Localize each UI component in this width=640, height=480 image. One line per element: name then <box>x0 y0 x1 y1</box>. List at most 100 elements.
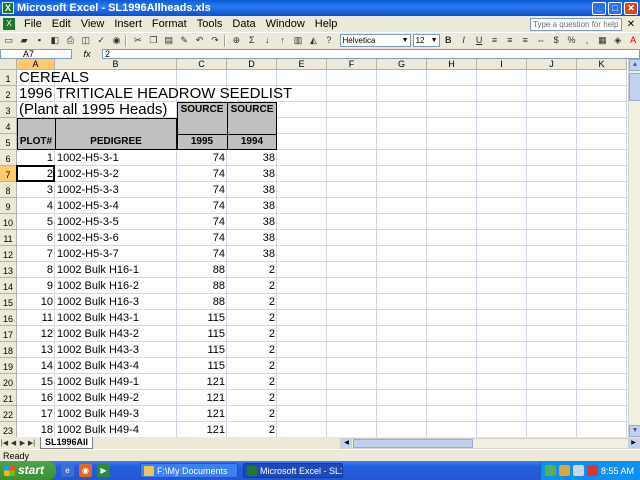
row-header[interactable]: 18 <box>0 342 17 358</box>
cell-plot[interactable]: 7 <box>17 246 55 262</box>
cell-plot[interactable]: 13 <box>17 342 55 358</box>
cell-source-1995[interactable]: 74 <box>177 150 227 166</box>
vertical-scroll-thumb[interactable] <box>629 73 640 101</box>
column-header[interactable]: E <box>277 59 327 70</box>
cell-plot[interactable]: 15 <box>17 374 55 390</box>
last-sheet-icon[interactable]: ▶| <box>27 439 36 447</box>
italic-icon[interactable]: I <box>457 34 470 47</box>
row-header[interactable]: 12 <box>0 246 17 262</box>
cell-source-1994[interactable]: 2 <box>227 374 277 390</box>
cell-source-1995[interactable]: 121 <box>177 422 227 437</box>
help-search-input[interactable]: Type a question for help <box>530 17 622 31</box>
cell-plot[interactable]: 6 <box>17 230 55 246</box>
vertical-scrollbar[interactable]: ▲ ▼ <box>628 59 640 437</box>
format-painter-icon[interactable]: ✎ <box>177 34 190 47</box>
first-sheet-icon[interactable]: |◀ <box>0 439 9 447</box>
worksheet-grid[interactable]: A B C D E F G H I J K 1 2 3 4 5 6 7 8 9 10 11 12 13 14 15 16 17 18 19… <box>0 59 628 437</box>
cell-pedigree[interactable]: 1002 Bulk H43-1 <box>57 310 139 326</box>
cell-source-1995[interactable]: 115 <box>177 310 227 326</box>
cell-source-1995[interactable]: 88 <box>177 294 227 310</box>
font-color-icon[interactable]: A <box>626 34 639 47</box>
fill-color-icon[interactable]: ◈ <box>611 34 624 47</box>
cell-source-1994[interactable]: 2 <box>227 390 277 406</box>
comma-icon[interactable]: , <box>580 34 593 47</box>
cell-pedigree[interactable]: 1002-H5-3-6 <box>57 230 119 246</box>
new-icon[interactable]: ▭ <box>2 34 15 47</box>
column-header[interactable]: C <box>177 59 227 70</box>
tray-app-icon[interactable] <box>586 465 598 476</box>
cell-plot[interactable]: 17 <box>17 406 55 422</box>
row-header[interactable]: 9 <box>0 198 17 214</box>
chart-wizard-icon[interactable]: ▥ <box>291 34 304 47</box>
cell-pedigree[interactable]: 1002-H5-3-3 <box>57 182 119 198</box>
close-workbook-icon[interactable]: ✕ <box>626 19 636 30</box>
cell-pedigree[interactable]: 1002-H5-3-4 <box>57 198 119 214</box>
cell-source-1995[interactable]: 74 <box>177 198 227 214</box>
row-header[interactable]: 2 <box>0 86 17 102</box>
header-year-1995[interactable]: 1995 <box>177 134 227 150</box>
header-source-1995[interactable]: SOURCE <box>177 102 227 118</box>
open-icon[interactable]: ▰ <box>17 34 30 47</box>
cell-pedigree[interactable]: 1002-H5-3-2 <box>57 166 119 182</box>
scroll-right-icon[interactable]: ▶ <box>628 438 639 448</box>
align-right-icon[interactable]: ≡ <box>519 34 532 47</box>
cell-source-1995[interactable]: 121 <box>177 374 227 390</box>
cell-plot[interactable]: 3 <box>17 182 55 198</box>
cell-source-1994[interactable]: 38 <box>227 182 277 198</box>
horizontal-scroll-thumb[interactable] <box>353 438 473 448</box>
cell-plot[interactable]: 9 <box>17 278 55 294</box>
sheet-title-line[interactable]: CEREALS <box>19 70 89 86</box>
font-size-select[interactable]: 12 ▼ <box>412 34 440 47</box>
cell-source-1995[interactable]: 74 <box>177 246 227 262</box>
cell-pedigree[interactable]: 1002 Bulk H49-3 <box>57 406 139 422</box>
tray-app-icon[interactable] <box>572 465 584 476</box>
row-header[interactable]: 1 <box>0 70 17 86</box>
sheet-tab-active[interactable]: SL1996All <box>40 437 94 449</box>
row-header[interactable]: 14 <box>0 278 17 294</box>
cell-source-1995[interactable]: 88 <box>177 262 227 278</box>
cell-source-1995[interactable]: 74 <box>177 182 227 198</box>
row-header[interactable]: 10 <box>0 214 17 230</box>
cell-source-1995[interactable]: 74 <box>177 214 227 230</box>
cell-pedigree[interactable]: 1002 Bulk H49-2 <box>57 390 139 406</box>
column-header[interactable]: D <box>227 59 277 70</box>
cell-source-1995[interactable]: 121 <box>177 390 227 406</box>
percent-icon[interactable]: % <box>565 34 578 47</box>
cell-source-1995[interactable]: 121 <box>177 406 227 422</box>
cell-pedigree[interactable]: 1002-H5-3-7 <box>57 246 119 262</box>
cell-source-1994[interactable]: 2 <box>227 294 277 310</box>
column-header[interactable]: J <box>527 59 577 70</box>
tray-app-icon[interactable] <box>558 465 570 476</box>
menu-view[interactable]: View <box>76 18 110 30</box>
fx-icon[interactable]: fx <box>72 49 102 59</box>
cell-source-1995[interactable]: 115 <box>177 342 227 358</box>
cell-source-1995[interactable]: 74 <box>177 166 227 182</box>
cell-source-1994[interactable]: 38 <box>227 246 277 262</box>
next-sheet-icon[interactable]: ▶ <box>18 439 27 447</box>
cell-plot[interactable]: 10 <box>17 294 55 310</box>
save-icon[interactable]: ▪ <box>33 34 46 47</box>
menu-format[interactable]: Format <box>147 18 192 30</box>
column-header[interactable]: K <box>577 59 627 70</box>
cell-plot[interactable]: 12 <box>17 326 55 342</box>
active-cell-selection[interactable] <box>16 165 55 182</box>
column-header[interactable]: G <box>377 59 427 70</box>
cell-pedigree[interactable]: 1002 Bulk H49-1 <box>57 374 139 390</box>
formula-input[interactable]: 2 <box>102 48 640 59</box>
row-header[interactable]: 13 <box>0 262 17 278</box>
select-all-corner[interactable] <box>0 59 17 70</box>
cell-pedigree[interactable]: 1002 Bulk H43-2 <box>57 326 139 342</box>
cell-plot[interactable]: 5 <box>17 214 55 230</box>
help-icon[interactable]: ? <box>322 34 335 47</box>
scroll-up-icon[interactable]: ▲ <box>629 59 640 71</box>
cell-pedigree[interactable]: 1002-H5-3-1 <box>57 150 119 166</box>
cell-source-1995[interactable]: 88 <box>177 278 227 294</box>
cell-pedigree[interactable]: 1002 Bulk H16-3 <box>57 294 139 310</box>
copy-icon[interactable]: ❐ <box>147 34 160 47</box>
header-pedigree[interactable]: PEDIGREE <box>55 134 177 150</box>
row-header[interactable]: 3 <box>0 102 17 118</box>
font-name-select[interactable]: Helvetica ▼ <box>339 34 411 47</box>
header-source-1994[interactable]: SOURCE <box>227 102 277 118</box>
drawing-icon[interactable]: ◭ <box>307 34 320 47</box>
cell-pedigree[interactable]: 1002 Bulk H43-3 <box>57 342 139 358</box>
